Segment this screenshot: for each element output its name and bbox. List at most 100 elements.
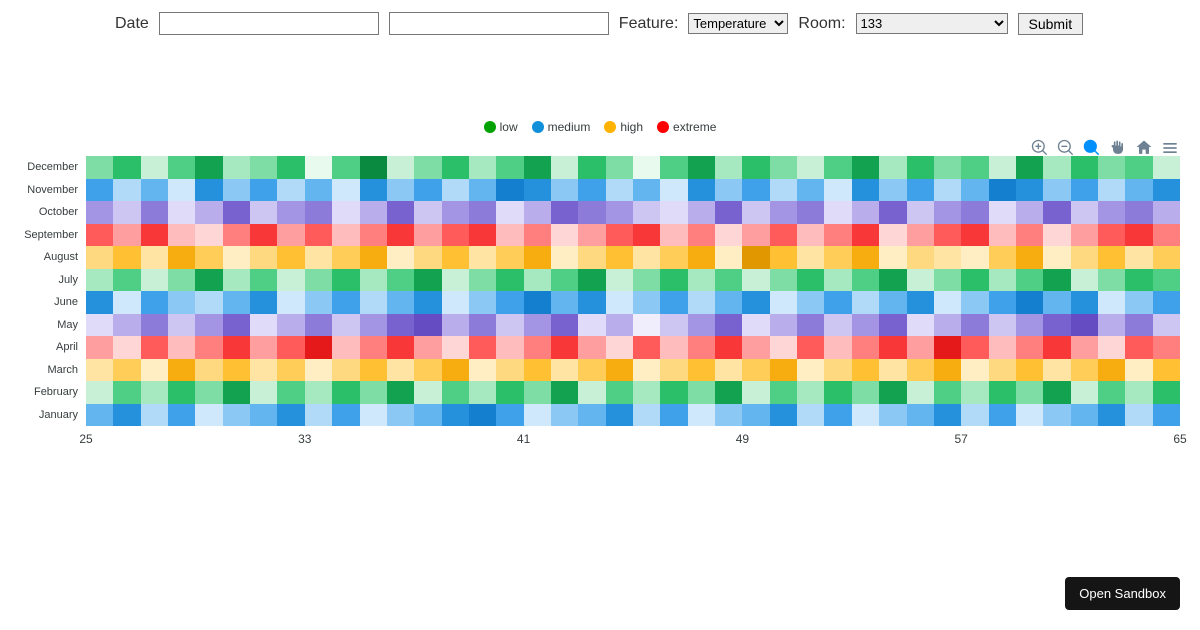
heatmap-cell[interactable] xyxy=(414,359,441,382)
heatmap-cell[interactable] xyxy=(824,291,851,314)
heatmap-cell[interactable] xyxy=(496,381,523,404)
heatmap-cell[interactable] xyxy=(332,179,359,202)
heatmap-cell[interactable] xyxy=(1016,336,1043,359)
heatmap-cell[interactable] xyxy=(1043,314,1070,337)
heatmap-cell[interactable] xyxy=(797,404,824,427)
heatmap-cell[interactable] xyxy=(770,246,797,269)
heatmap-cell[interactable] xyxy=(141,269,168,292)
heatmap-cell[interactable] xyxy=(578,201,605,224)
heatmap-cell[interactable] xyxy=(551,224,578,247)
heatmap-cell[interactable] xyxy=(879,314,906,337)
heatmap-cell[interactable] xyxy=(797,381,824,404)
heatmap-cell[interactable] xyxy=(797,179,824,202)
heatmap-cell[interactable] xyxy=(1153,224,1180,247)
heatmap-cell[interactable] xyxy=(715,246,742,269)
heatmap-cell[interactable] xyxy=(770,224,797,247)
heatmap-cell[interactable] xyxy=(688,224,715,247)
heatmap-cell[interactable] xyxy=(633,224,660,247)
heatmap-cell[interactable] xyxy=(961,404,988,427)
heatmap-cell[interactable] xyxy=(305,201,332,224)
heatmap-cell[interactable] xyxy=(1071,404,1098,427)
heatmap-cell[interactable] xyxy=(86,359,113,382)
heatmap-cell[interactable] xyxy=(86,291,113,314)
heatmap-cell[interactable] xyxy=(277,291,304,314)
heatmap-cell[interactable] xyxy=(1016,224,1043,247)
heatmap-cell[interactable] xyxy=(223,359,250,382)
heatmap-cell[interactable] xyxy=(907,404,934,427)
heatmap-cell[interactable] xyxy=(961,269,988,292)
heatmap-cell[interactable] xyxy=(1043,156,1070,179)
heatmap-cell[interactable] xyxy=(1016,201,1043,224)
heatmap-cell[interactable] xyxy=(715,224,742,247)
heatmap-cell[interactable] xyxy=(332,156,359,179)
heatmap-cell[interactable] xyxy=(250,404,277,427)
heatmap-cell[interactable] xyxy=(688,404,715,427)
heatmap-cell[interactable] xyxy=(332,201,359,224)
heatmap-cell[interactable] xyxy=(1153,156,1180,179)
heatmap-cell[interactable] xyxy=(824,269,851,292)
heatmap-cell[interactable] xyxy=(168,179,195,202)
heatmap-cell[interactable] xyxy=(715,291,742,314)
heatmap-cell[interactable] xyxy=(633,179,660,202)
heatmap-cell[interactable] xyxy=(250,359,277,382)
heatmap-cell[interactable] xyxy=(113,404,140,427)
heatmap-cell[interactable] xyxy=(1016,314,1043,337)
heatmap-cell[interactable] xyxy=(195,404,222,427)
heatmap-cell[interactable] xyxy=(168,381,195,404)
heatmap-cell[interactable] xyxy=(688,156,715,179)
heatmap-cell[interactable] xyxy=(907,246,934,269)
heatmap-cell[interactable] xyxy=(879,201,906,224)
heatmap-cell[interactable] xyxy=(524,336,551,359)
heatmap-cell[interactable] xyxy=(907,201,934,224)
heatmap-cell[interactable] xyxy=(305,336,332,359)
heatmap-cell[interactable] xyxy=(715,336,742,359)
heatmap-cell[interactable] xyxy=(770,381,797,404)
heatmap-cell[interactable] xyxy=(688,201,715,224)
heatmap-cell[interactable] xyxy=(113,156,140,179)
heatmap-cell[interactable] xyxy=(879,291,906,314)
heatmap-cell[interactable] xyxy=(770,201,797,224)
heatmap-cell[interactable] xyxy=(305,359,332,382)
heatmap-cell[interactable] xyxy=(1043,201,1070,224)
heatmap-cell[interactable] xyxy=(989,404,1016,427)
heatmap-cell[interactable] xyxy=(414,201,441,224)
heatmap-cell[interactable] xyxy=(989,269,1016,292)
heatmap-cell[interactable] xyxy=(1125,201,1152,224)
heatmap-cell[interactable] xyxy=(387,224,414,247)
heatmap-cell[interactable] xyxy=(113,201,140,224)
heatmap-cell[interactable] xyxy=(524,201,551,224)
heatmap-cell[interactable] xyxy=(660,291,687,314)
heatmap-cell[interactable] xyxy=(250,381,277,404)
heatmap-cell[interactable] xyxy=(1016,381,1043,404)
heatmap-cell[interactable] xyxy=(223,156,250,179)
date-start-input[interactable] xyxy=(159,12,379,35)
heatmap-cell[interactable] xyxy=(578,359,605,382)
heatmap-cell[interactable] xyxy=(934,404,961,427)
heatmap-cell[interactable] xyxy=(1016,179,1043,202)
heatmap-cell[interactable] xyxy=(250,314,277,337)
heatmap-cell[interactable] xyxy=(688,291,715,314)
heatmap-cell[interactable] xyxy=(660,224,687,247)
heatmap-cell[interactable] xyxy=(1153,314,1180,337)
heatmap-cell[interactable] xyxy=(223,179,250,202)
heatmap-cell[interactable] xyxy=(989,201,1016,224)
heatmap-cell[interactable] xyxy=(551,359,578,382)
heatmap-cell[interactable] xyxy=(524,359,551,382)
heatmap-cell[interactable] xyxy=(414,156,441,179)
heatmap-cell[interactable] xyxy=(633,336,660,359)
heatmap-cell[interactable] xyxy=(442,291,469,314)
heatmap-cell[interactable] xyxy=(1153,269,1180,292)
heatmap-cell[interactable] xyxy=(387,201,414,224)
heatmap-cell[interactable] xyxy=(141,291,168,314)
heatmap-cell[interactable] xyxy=(1016,359,1043,382)
heatmap-cell[interactable] xyxy=(1043,269,1070,292)
heatmap-cell[interactable] xyxy=(469,269,496,292)
heatmap-cell[interactable] xyxy=(86,246,113,269)
heatmap-cell[interactable] xyxy=(195,224,222,247)
heatmap-cell[interactable] xyxy=(1071,291,1098,314)
heatmap-cell[interactable] xyxy=(742,314,769,337)
heatmap-cell[interactable] xyxy=(961,246,988,269)
heatmap-cell[interactable] xyxy=(360,179,387,202)
heatmap-cell[interactable] xyxy=(469,246,496,269)
heatmap-cell[interactable] xyxy=(742,224,769,247)
